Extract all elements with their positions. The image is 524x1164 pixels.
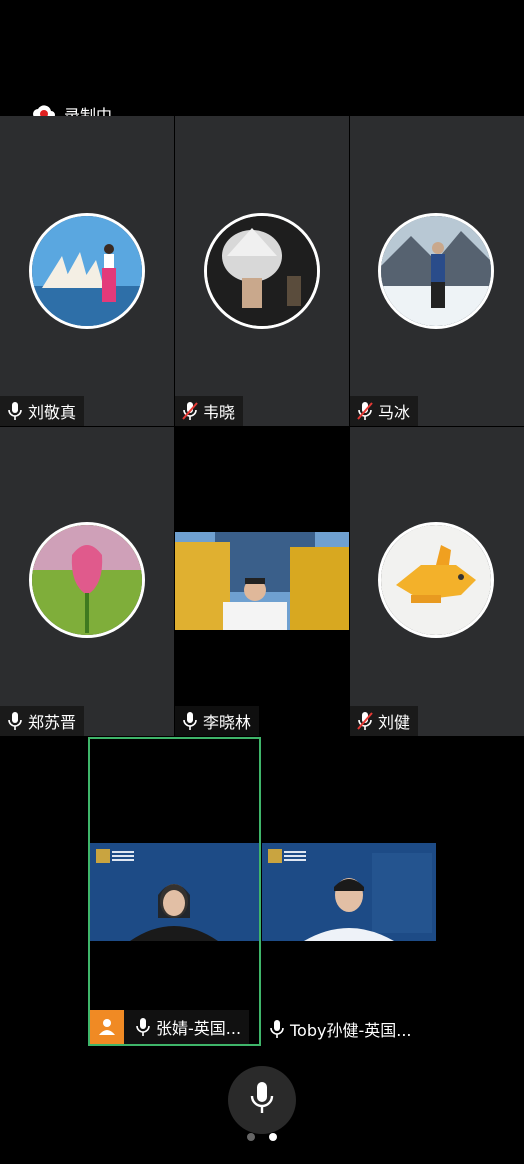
participant-tile[interactable]: Toby孙健-英国... [262, 737, 436, 1046]
participant-tile[interactable]: 马冰 [350, 116, 524, 426]
microphone-icon [248, 1080, 276, 1120]
participant-name-tag: 李晓林 [175, 706, 260, 736]
participant-name: 张婧-英国... [156, 1019, 242, 1038]
participant-name: 郑苏晋 [28, 713, 77, 732]
participant-name-tag: 刘健 [350, 706, 419, 736]
participant-tile-active-speaker[interactable]: 张婧-英国... [88, 737, 261, 1046]
participant-name-tag: Toby孙健-英国... [262, 1012, 420, 1046]
participant-name: 刘健 [378, 713, 411, 732]
avatar-opera-house [29, 213, 145, 329]
microphone-icon [268, 1019, 286, 1039]
participant-video [262, 843, 436, 941]
microphone-icon [6, 711, 24, 731]
microphone-icon [134, 1017, 152, 1037]
participant-name: 李晓林 [203, 713, 252, 732]
participant-video [90, 843, 259, 941]
participant-name: 刘敬真 [28, 403, 77, 422]
participant-tile[interactable]: 刘健 [350, 427, 524, 736]
participant-name: 韦晓 [203, 403, 236, 422]
avatar-tulip [29, 522, 145, 638]
microphone-icon [6, 401, 24, 421]
avatar-sculpture [204, 213, 320, 329]
participant-tile[interactable]: 刘敬真 [0, 116, 174, 426]
microphone-icon [181, 711, 199, 731]
avatar-glacier [378, 213, 494, 329]
participant-name-tag: 郑苏晋 [0, 706, 85, 736]
participant-name-tag: 刘敬真 [0, 396, 85, 426]
participant-tile[interactable]: 李晓林 [175, 427, 349, 736]
participant-tile[interactable]: 韦晓 [175, 116, 349, 426]
avatar-toy-fish [378, 522, 494, 638]
participant-name: Toby孙健-英国... [290, 1021, 412, 1040]
microphone-toggle-button[interactable] [228, 1066, 296, 1134]
participant-name: 马冰 [378, 403, 411, 422]
microphone-muted-icon [356, 711, 374, 731]
participant-tile[interactable]: 郑苏晋 [0, 427, 174, 736]
participant-name-tag: 韦晓 [175, 396, 244, 426]
page-indicator-dot-active[interactable] [269, 1133, 277, 1141]
person-icon [90, 1010, 124, 1044]
microphone-muted-icon [356, 401, 374, 421]
participant-video [175, 532, 349, 630]
participant-name-tag: 马冰 [350, 396, 419, 426]
microphone-muted-icon [181, 401, 199, 421]
participant-name-tag: 张婧-英国... [90, 1010, 250, 1044]
page-indicator-dot[interactable] [247, 1133, 255, 1141]
